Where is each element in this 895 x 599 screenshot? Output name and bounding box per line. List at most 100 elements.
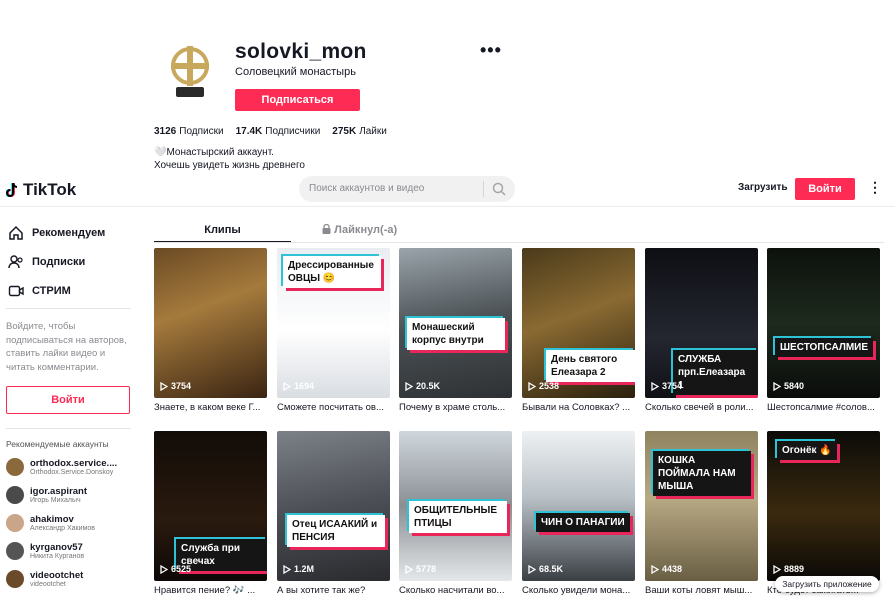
view-count-value: 3754 [662,381,683,391]
video-caption[interactable]: Почему в храме столь... [399,402,512,413]
avatar [6,458,24,476]
tab-liked[interactable]: Лайкнул(-а) [322,223,398,236]
video-caption[interactable]: Ваши коты ловят мыш... [645,585,758,596]
play-icon [528,381,536,391]
video-overlay-label: СЛУЖБА прп.Елеазара 1 [673,350,758,395]
video-overlay-label: КОШКА ПОЙМАЛА НАМ МЫША [653,451,751,496]
sidebar-item-label: Рекомендуем [32,227,106,239]
view-count: 6525 [160,564,191,574]
play-icon [773,381,781,391]
play-icon [405,564,413,574]
view-count: 5840 [773,381,804,391]
live-icon [8,285,24,297]
tab-clips[interactable]: Клипы [154,224,291,236]
view-count-value: 2538 [539,381,560,391]
video-thumbnail[interactable]: СЛУЖБА прп.Елеазара 1 3754 [645,248,758,398]
play-icon [283,381,291,391]
recommended-account[interactable]: videootchet videootchet [6,570,83,588]
sidebar-item-recommended[interactable]: Рекомендуем [8,225,105,241]
view-count: 1.2M [283,564,314,574]
upload-link[interactable]: Загрузить [738,182,788,193]
sidebar-item-live[interactable]: СТРИМ [8,283,71,299]
video-caption[interactable]: Сможете посчитать ов... [277,402,390,413]
login-button[interactable]: Войти [795,178,855,200]
video-thumbnail[interactable]: Дрессированные ОВЦЫ 😊 1694 [277,248,390,398]
avatar [6,486,24,504]
recommended-account[interactable]: igor.aspirant Игорь Михалыч [6,486,87,504]
more-options-icon[interactable]: ••• [480,40,502,61]
stat-value: 275K [332,126,357,137]
view-count: 8889 [773,564,804,574]
video-thumbnail[interactable]: 3754 [154,248,267,398]
account-text: videootchet videootchet [30,570,83,588]
recommended-accounts-title: Рекомендуемые аккаунты [6,439,109,449]
video-overlay-label: Монашеский корпус внутри [407,318,505,350]
video-overlay-label: ЧИН О ПАНАГИИ [536,513,630,532]
search-icon[interactable] [492,182,506,201]
bio-line: 🤍Монастырский аккаунт. [154,147,274,158]
stat-likes: 275K Лайки [332,126,387,137]
account-subtitle: Игорь Михалыч [30,497,81,504]
account-subtitle: Александр Хакимов [30,525,95,532]
video-thumbnail[interactable]: День святого Елеазара 2 2538 [522,248,635,398]
video-overlay-label: ОБЩИТЕЛЬНЫЕ ПТИЦЫ [409,501,507,533]
account-subtitle: Никита Курганов [30,553,85,560]
follow-button[interactable]: Подписаться [235,89,360,111]
view-count: 4438 [651,564,682,574]
video-thumbnail[interactable]: Огонёк 🔥 8889 [767,431,880,581]
video-thumbnail[interactable]: Монашеский корпус внутри 20.5K [399,248,512,398]
play-icon [528,564,536,574]
lock-icon [322,223,331,234]
play-icon [773,564,781,574]
tab-label: Лайкнул(-а) [334,224,398,236]
video-thumbnail[interactable]: ОБЩИТЕЛЬНЫЕ ПТИЦЫ 5778 [399,431,512,581]
video-caption[interactable]: Нравится пение? 🎶 ... [154,585,267,596]
avatar [6,542,24,560]
video-caption[interactable]: Шестопсалмие #солов... [767,402,880,413]
sidebar-divider [6,428,131,429]
view-count-value: 8889 [784,564,805,574]
view-count-value: 5778 [416,564,437,574]
download-app-button[interactable]: Загрузить приложение [775,576,879,592]
play-icon [283,564,291,574]
search-input[interactable]: Поиск аккаунтов и видео [309,183,424,194]
video-caption[interactable]: Сколько насчитали во... [399,585,512,596]
video-overlay-label: День святого Елеазара 2 [546,350,635,382]
account-text: ahakimov Александр Хакимов [30,514,95,532]
video-thumbnail[interactable]: КОШКА ПОЙМАЛА НАМ МЫША 4438 [645,431,758,581]
video-overlay-label: Отец ИСААКИЙ и ПЕНСИЯ [287,515,385,547]
menu-icon[interactable]: ⋮ [868,179,882,196]
sidebar-login-button[interactable]: Войти [6,386,130,414]
tabs-divider [154,242,884,243]
stat-value: 17.4K [235,126,263,137]
sidebar-item-label: СТРИМ [32,285,71,297]
stat-following: 3126 Подписки [154,126,224,137]
stat-label: Подписчики [265,126,321,137]
video-thumbnail[interactable]: ЧИН О ПАНАГИИ 68.5K [522,431,635,581]
view-count: 2538 [528,381,559,391]
recommended-account[interactable]: ahakimov Александр Хакимов [6,514,95,532]
tiktok-note-icon [6,182,18,197]
recommended-account[interactable]: kyrganov57 Никита Курганов [6,542,84,560]
video-thumbnail[interactable]: ШЕСТОПСАЛМИЕ 5840 [767,248,880,398]
video-thumbnail[interactable]: Служба при свечах 6525 [154,431,267,581]
view-count: 3754 [651,381,682,391]
video-caption[interactable]: Знаете, в каком веке Г... [154,402,267,413]
account-text: kyrganov57 Никита Курганов [30,542,84,560]
sidebar-item-label: Подписки [32,256,86,268]
recommended-account[interactable]: orthodox.service.... Orthodox.Service.Don… [6,458,117,476]
view-count-value: 4438 [662,564,683,574]
video-caption[interactable]: А вы хотите так же? [277,585,390,596]
profile-avatar [160,42,220,102]
view-count-value: 20.5K [416,381,441,391]
video-caption[interactable]: Сколько увидели мона... [522,585,635,596]
tiktok-logo[interactable]: TikTok [6,180,76,200]
video-overlay-label: Дрессированные ОВЦЫ 😊 [283,256,381,288]
video-thumbnail[interactable]: Отец ИСААКИЙ и ПЕНСИЯ 1.2M [277,431,390,581]
video-caption[interactable]: Бывали на Соловках? ... [522,402,635,413]
view-count-value: 1.2M [294,564,315,574]
video-caption[interactable]: Сколько свечей в роли... [645,402,758,413]
play-icon [160,564,168,574]
view-count-value: 6525 [171,564,192,574]
sidebar-item-following[interactable]: Подписки [8,254,85,270]
